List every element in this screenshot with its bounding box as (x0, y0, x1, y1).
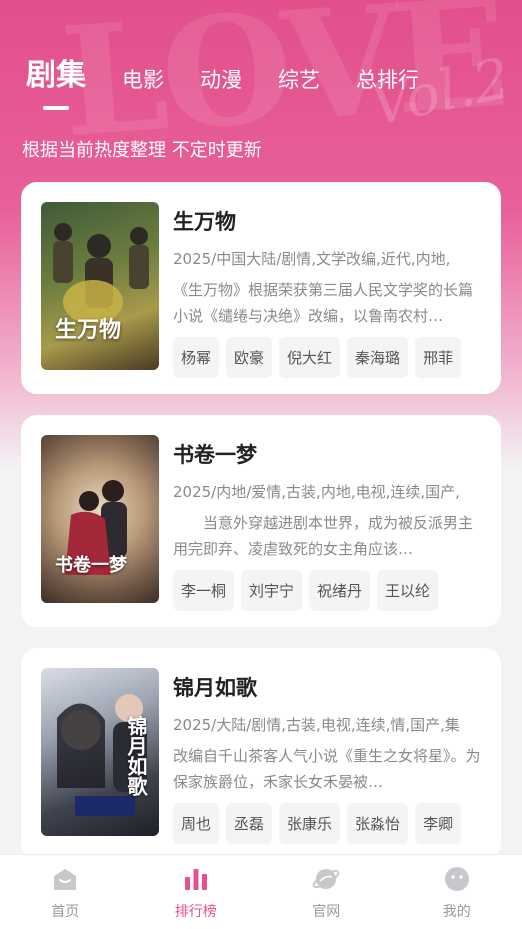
cast-tag[interactable]: 张淼怡 (347, 803, 409, 844)
cast-tag[interactable]: 张康乐 (279, 803, 341, 844)
show-poster[interactable]: 生万物 (41, 202, 159, 370)
cast-tag[interactable]: 丞磊 (226, 803, 273, 844)
poster-title: 书卷一梦 (55, 555, 127, 576)
nav-profile[interactable]: 我的 (392, 855, 522, 929)
nav-home[interactable]: 首页 (0, 855, 131, 929)
tab-anime[interactable]: 动漫 (200, 64, 242, 94)
cast-tag[interactable]: 邢菲 (415, 337, 462, 378)
cast-tag[interactable]: 王以纶 (377, 570, 439, 611)
cast-tag[interactable]: 李卿 (415, 803, 462, 844)
tab-variety[interactable]: 综艺 (278, 64, 320, 94)
nav-label: 官网 (312, 904, 341, 920)
ranking-icon (184, 869, 207, 890)
home-icon (54, 869, 77, 890)
show-title[interactable]: 锦月如歌 (173, 672, 481, 702)
cast-tag[interactable]: 倪大红 (279, 337, 341, 378)
tab-overall-ranking[interactable]: 总排行 (356, 64, 419, 94)
cast-tag[interactable]: 秦海璐 (347, 337, 409, 378)
category-tabs: 剧集 电影 动漫 综艺 总排行 (26, 50, 455, 94)
cast-tag[interactable]: 刘宇宁 (241, 570, 303, 611)
poster-title: 生万物 (55, 317, 122, 343)
planet-icon (312, 869, 340, 889)
poster-figures (65, 480, 127, 575)
show-description: 《生万物》根据荣获第三届人民文学奖的长篇小说《缱绻与决绝》改编，以鲁南农村… (173, 281, 474, 325)
show-list: 生万物 生万物 2025/中国大陆/剧情,文学改编,近代,内地, 《生万物》根据… (21, 182, 501, 881)
show-title[interactable]: 生万物 (173, 206, 481, 236)
poster-figures (53, 223, 149, 324)
cast-tag[interactable]: 周也 (173, 803, 220, 844)
poster-title: 锦月如歌 (124, 716, 148, 796)
show-title[interactable]: 书卷一梦 (173, 439, 481, 469)
cast-list: 周也 丞磊 张康乐 张淼怡 李卿 (173, 803, 481, 844)
tab-series[interactable]: 剧集 (26, 50, 86, 94)
nav-label: 排行榜 (174, 904, 217, 920)
nav-label: 我的 (442, 904, 471, 920)
show-poster[interactable]: 锦月如歌 (41, 668, 159, 836)
show-card[interactable]: 锦月如歌 锦月如歌 2025/大陆/剧情,古装,电视,连续,情,国产,集 改编自… (21, 648, 501, 860)
cast-tag[interactable]: 杨幂 (173, 337, 220, 378)
cast-tag[interactable]: 欧豪 (226, 337, 273, 378)
cast-list: 杨幂 欧豪 倪大红 秦海璐 邢菲 (173, 337, 481, 378)
cast-tag[interactable]: 祝绪丹 (309, 570, 371, 611)
bottom-navigation: 首页 排行榜 官网 我的 (0, 854, 522, 929)
nav-ranking[interactable]: 排行榜 (131, 855, 262, 929)
show-card[interactable]: 生万物 生万物 2025/中国大陆/剧情,文学改编,近代,内地, 《生万物》根据… (21, 182, 501, 394)
profile-icon (444, 867, 469, 891)
show-description: 当意外穿越进剧本世界，成为被反派男主用完即弃、凌虐致死的女主角应该… (173, 514, 474, 558)
nav-label: 首页 (51, 904, 80, 920)
cast-tag[interactable]: 李一桐 (173, 570, 235, 611)
show-meta: 2025/内地/爱情,古装,内地,电视,连续,国产, (173, 483, 460, 501)
show-meta: 2025/大陆/剧情,古装,电视,连续,情,国产,集 (173, 716, 460, 734)
show-meta: 2025/中国大陆/剧情,文学改编,近代,内地, (173, 250, 451, 268)
cast-list: 李一桐 刘宇宁 祝绪丹 王以纶 (173, 570, 481, 611)
page-subtitle: 根据当前热度整理 不定时更新 (22, 140, 262, 161)
show-poster[interactable]: 书卷一梦 (41, 435, 159, 603)
show-description: 改编自千山茶客人气小说《重生之女将星》。为保家族爵位，禾家长女禾晏被… (173, 747, 481, 791)
tab-movies[interactable]: 电影 (122, 64, 164, 94)
nav-official-site[interactable]: 官网 (261, 855, 392, 929)
show-card[interactable]: 书卷一梦 书卷一梦 2025/内地/爱情,古装,内地,电视,连续,国产, 当意外… (21, 415, 501, 627)
